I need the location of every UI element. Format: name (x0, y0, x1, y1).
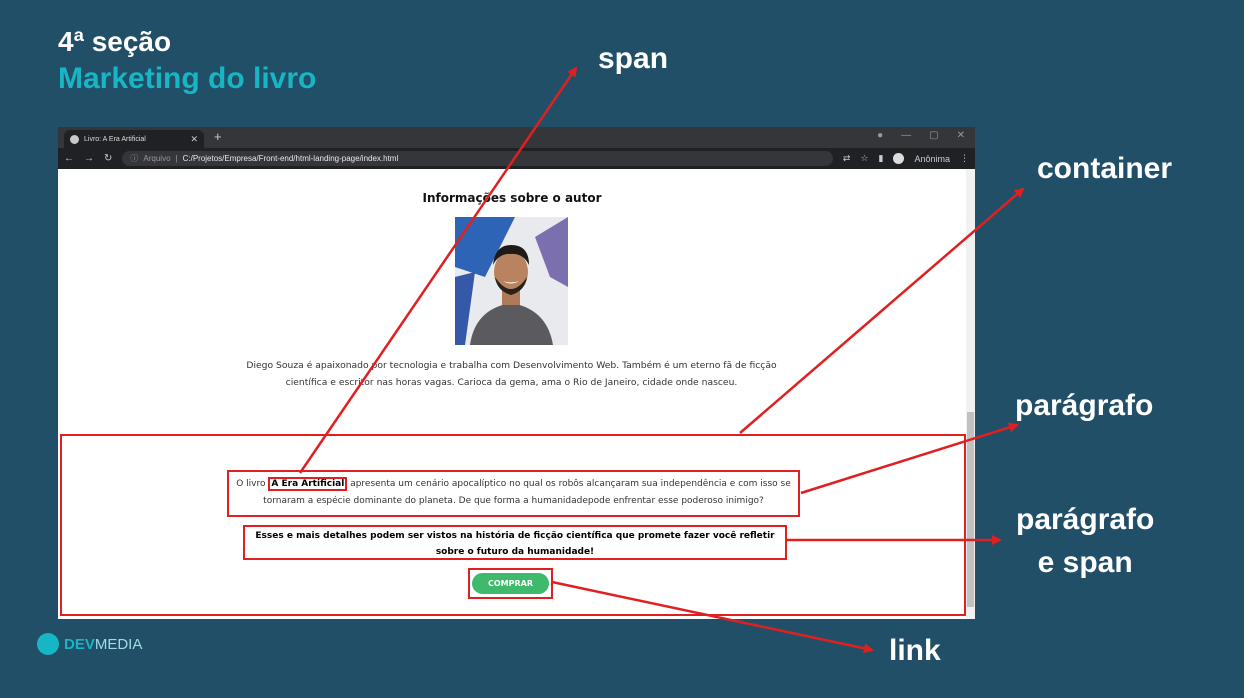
logo-text: DEVMEDIA (64, 636, 142, 653)
annotation-arrows (298, 66, 1025, 654)
label-link: link (889, 634, 941, 667)
arrow-link (551, 580, 874, 654)
logo-text-media: MEDIA (94, 635, 143, 653)
arrow-paragraph (800, 422, 1019, 495)
label-paragraph: parágrafo (1015, 389, 1154, 422)
logo-text-dev: DEV (64, 635, 95, 653)
label-span: span (598, 42, 669, 75)
arrow-span (298, 66, 578, 474)
devmedia-logo: DEVMEDIA (37, 633, 142, 655)
label-paragraph-span: parágrafo e span (1016, 498, 1154, 584)
arrow-container (739, 187, 1025, 434)
label-container: container (1037, 152, 1173, 185)
label-paragraph-span-line2: e span (1037, 546, 1133, 579)
label-paragraph-span-line1: parágrafo (1016, 503, 1155, 536)
devmedia-logo-icon (37, 633, 59, 655)
